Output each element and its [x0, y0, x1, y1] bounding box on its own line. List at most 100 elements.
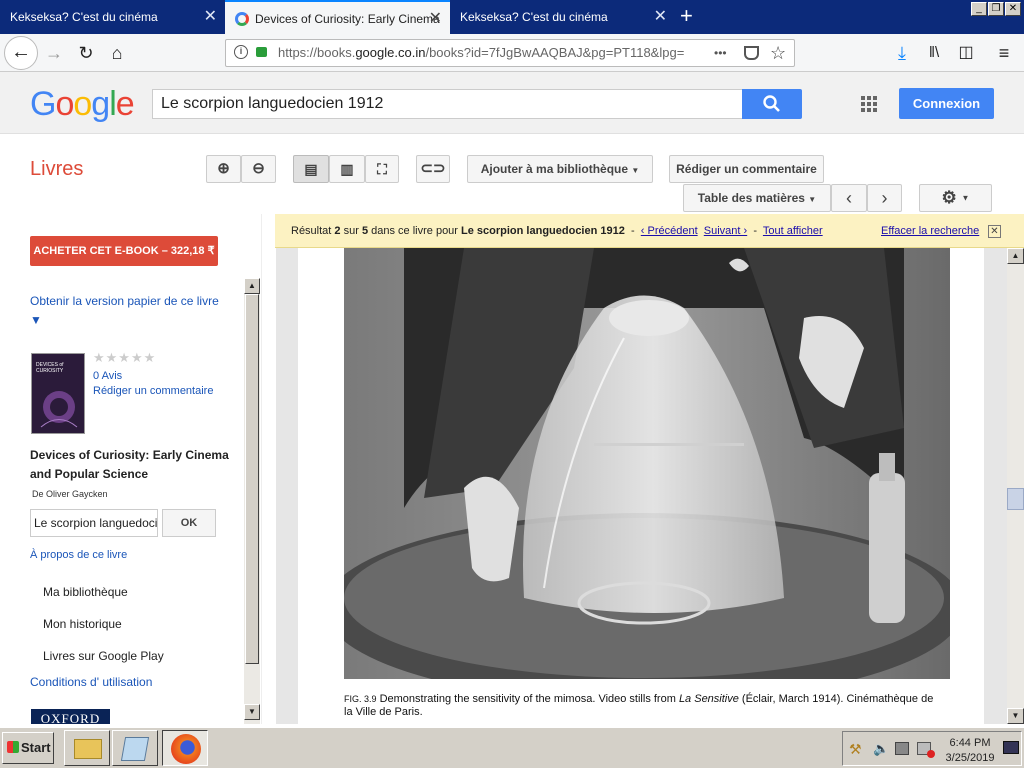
write-review-link[interactable]: Rédiger un commentaire	[93, 385, 213, 397]
firefox-taskbar-icon[interactable]	[162, 730, 208, 766]
address-bar[interactable]: i https://books.google.co.in/books?id=7f…	[225, 39, 795, 67]
publisher-logo[interactable]: OXFORD	[31, 709, 110, 724]
two-page-view-icon[interactable]: ▥	[329, 155, 365, 183]
cover-title: DEVICES of CURIOSITY	[36, 362, 64, 374]
mimosa-photo	[344, 248, 950, 679]
forward-arrow-icon[interactable]: →	[40, 40, 68, 66]
windows-logo-icon	[7, 741, 19, 753]
tab-kekseksa-1[interactable]: Kekseksa? C'est du cinéma ✕	[0, 0, 225, 34]
windows-taskbar: Start ⚒ 🔈 6:44 PM 3/25/2019	[0, 727, 1024, 768]
lock-icon[interactable]	[256, 47, 267, 57]
single-page-view-icon[interactable]: ▤	[293, 155, 329, 183]
start-button[interactable]: Start	[2, 732, 54, 764]
minimize-window-icon[interactable]: _	[971, 2, 987, 16]
viewer-scrollbar[interactable]: ▲ ▼	[1007, 248, 1024, 724]
sidebar-item-google-play[interactable]: Livres sur Google Play	[43, 649, 164, 663]
bookmark-star-icon[interactable]: ☆	[770, 40, 786, 66]
book-cover[interactable]: DEVICES of CURIOSITY	[31, 353, 85, 434]
previous-result-link[interactable]: ‹ Précédent	[641, 225, 698, 237]
alert-icon[interactable]	[927, 750, 935, 758]
close-window-icon[interactable]: ✕	[1005, 2, 1021, 16]
restore-window-icon[interactable]: ❐	[988, 2, 1004, 16]
search-icon	[763, 95, 780, 112]
fullscreen-icon[interactable]: ⛶	[365, 155, 399, 183]
home-icon[interactable]: ⌂	[103, 40, 131, 66]
show-all-link[interactable]: Tout afficher	[763, 225, 823, 237]
google-logo[interactable]: Google	[30, 85, 135, 124]
library-icon[interactable]: ‖\	[920, 40, 948, 66]
scrollbar-thumb[interactable]	[1007, 488, 1024, 510]
close-tab-icon[interactable]: ✕	[654, 0, 667, 34]
network-icon[interactable]	[895, 742, 909, 755]
chevron-down-icon: ▼	[808, 195, 817, 204]
next-result-link[interactable]: Suivant ›	[704, 225, 747, 237]
write-review-button[interactable]: Rédiger un commentaire	[669, 155, 824, 183]
sidebar-item-history[interactable]: Mon historique	[43, 617, 122, 631]
info-icon[interactable]: i	[234, 45, 248, 59]
close-icon[interactable]: ✕	[988, 225, 1001, 238]
back-arrow-icon[interactable]: ←	[4, 36, 38, 70]
next-page-icon[interactable]: ›	[867, 184, 902, 212]
book-viewer[interactable]: FIG. 3.9 Demonstrating the sensitivity o…	[276, 248, 1024, 724]
scrollbar-thumb[interactable]	[245, 294, 259, 664]
google-search-button[interactable]	[742, 89, 802, 119]
clear-search-link[interactable]: Effacer la recherche	[881, 214, 979, 248]
menu-hamburger-icon[interactable]: ≡	[990, 40, 1018, 66]
url-text[interactable]: https://books.google.co.in/books?id=7fJg…	[278, 40, 688, 66]
tab-kekseksa-2[interactable]: Kekseksa? C'est du cinéma ✕	[450, 0, 675, 34]
book-title: Devices of Curiosity: Early Cinema and P…	[30, 448, 229, 481]
reviews-count-link[interactable]: 0 Avis	[93, 370, 122, 382]
tab-title: Kekseksa? C'est du cinéma	[10, 10, 158, 24]
chevron-down-icon: ▼	[961, 193, 970, 203]
scroll-up-arrow-icon[interactable]: ▲	[244, 278, 260, 294]
google-header: Google Le scorpion languedocien 1912 Con…	[0, 72, 1024, 134]
close-tab-icon[interactable]: ✕	[204, 0, 217, 34]
file-explorer-icon[interactable]	[64, 730, 110, 766]
search-query-text: Le scorpion languedocien 1912	[461, 225, 625, 237]
tab-devices-of-curiosity[interactable]: Devices of Curiosity: Early Cinema ✕	[225, 0, 450, 34]
paper-version-link[interactable]: Obtenir la version papier de ce livre ▼	[30, 292, 220, 330]
table-of-contents-button[interactable]: Table des matières ▼	[683, 184, 831, 212]
sidebar-item-my-library[interactable]: Ma bibliothèque	[43, 585, 128, 599]
browser-nav-bar: ← → ↻ ⌂ i https://books.google.co.in/boo…	[0, 34, 1024, 72]
pocket-icon[interactable]	[744, 46, 759, 60]
apps-grid-icon[interactable]	[861, 96, 877, 112]
buy-ebook-button[interactable]: ACHETER CET E-BOOK – 322,18 ₹	[30, 236, 218, 266]
livres-title[interactable]: Livres	[30, 158, 83, 181]
sidebar-scrollbar[interactable]: ▲ ▼	[244, 278, 260, 724]
figure-label: FIG. 3.9	[344, 694, 377, 704]
add-to-library-button[interactable]: Ajouter à ma bibliothèque ▼	[467, 155, 653, 183]
show-desktop-icon[interactable]	[1003, 741, 1019, 754]
rating-stars: ★★★★★	[93, 350, 157, 365]
terms-link[interactable]: Conditions d' utilisation	[30, 675, 152, 689]
connexion-button[interactable]: Connexion	[899, 88, 994, 119]
new-tab-icon[interactable]: +	[680, 3, 693, 29]
scroll-down-arrow-icon[interactable]: ▼	[244, 704, 260, 720]
previous-page-icon[interactable]: ‹	[831, 184, 867, 212]
scroll-down-arrow-icon[interactable]: ▼	[1007, 708, 1024, 724]
link-icon[interactable]: ⊂⊃	[416, 155, 450, 183]
tools-icon[interactable]: ⚒	[849, 741, 862, 758]
tab-title: Kekseksa? C'est du cinéma	[460, 10, 608, 24]
about-book-link[interactable]: À propos de ce livre	[30, 549, 127, 561]
google-search-input[interactable]: Le scorpion languedocien 1912	[152, 89, 744, 119]
search-result-bar: Résultat 2 sur 5 dans ce livre pour Le s…	[275, 214, 1024, 248]
in-book-search-input[interactable]: Le scorpion languedocien 1912	[30, 509, 158, 537]
taskbar-clock[interactable]: 6:44 PM 3/25/2019	[943, 736, 997, 766]
book-page: FIG. 3.9 Demonstrating the sensitivity o…	[298, 248, 984, 724]
notepad-icon[interactable]	[112, 730, 158, 766]
mimosa-bell-jar-image	[344, 248, 950, 679]
zoom-in-icon[interactable]: ⊕	[206, 155, 241, 183]
scroll-up-arrow-icon[interactable]: ▲	[1007, 248, 1024, 264]
reload-icon[interactable]: ↻	[72, 40, 100, 66]
book-author: De Oliver Gaycken	[32, 489, 108, 499]
close-tab-icon[interactable]: ✕	[429, 2, 442, 34]
book-sidebar: ACHETER CET E-BOOK – 322,18 ₹ Obtenir la…	[0, 214, 262, 724]
page-actions-icon[interactable]: •••	[714, 40, 727, 66]
settings-gear-icon[interactable]: ⚙ ▼	[919, 184, 992, 212]
download-icon[interactable]: ⤓	[888, 40, 916, 66]
volume-icon[interactable]: 🔈	[873, 741, 889, 757]
ok-button[interactable]: OK	[162, 509, 216, 537]
zoom-out-icon[interactable]: ⊖	[241, 155, 276, 183]
sidebar-toggle-icon[interactable]: ◫	[952, 40, 980, 66]
